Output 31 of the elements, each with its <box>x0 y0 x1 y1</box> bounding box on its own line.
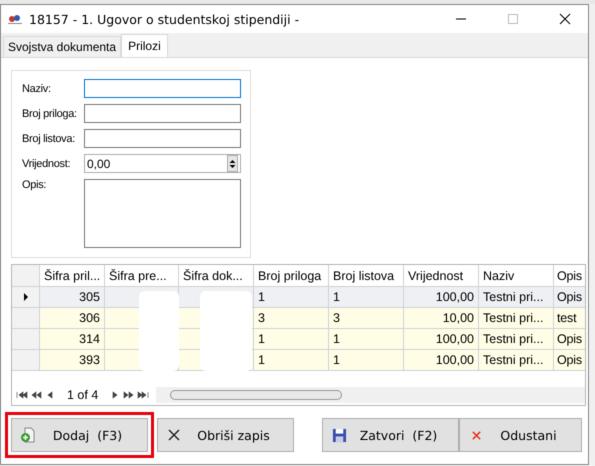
row-indicator-icon <box>24 293 28 301</box>
text-field[interactable] <box>84 129 241 148</box>
row-header[interactable] <box>12 287 40 308</box>
next-page-group-icon[interactable] <box>122 391 134 399</box>
page-indicator: 1 of 4 <box>67 388 98 402</box>
tab[interactable]: Svojstva dokumenta <box>3 36 122 57</box>
field-label: Broj listova: <box>22 132 76 144</box>
field-label: Broj priloga: <box>22 108 78 120</box>
first-page-icon[interactable] <box>16 391 28 399</box>
app-logo-icon <box>7 13 23 25</box>
close-icon <box>166 429 182 441</box>
close-icon[interactable] <box>559 13 571 25</box>
action-button[interactable]: Zatvori (F2) <box>322 418 459 452</box>
previous-page-group-icon[interactable] <box>31 391 43 399</box>
action-button[interactable]: Odustani <box>459 418 582 452</box>
horizontal-scrollbar[interactable] <box>156 387 585 403</box>
grid-corner-cell <box>12 265 40 287</box>
text-field[interactable] <box>84 79 241 98</box>
field-label: Opis: <box>22 179 48 191</box>
text-field[interactable] <box>84 104 241 123</box>
text-area[interactable] <box>84 179 241 248</box>
field-label: Vrijednost: <box>22 158 72 170</box>
action-button[interactable]: Dodaj (F3) <box>11 418 148 452</box>
last-page-icon[interactable] <box>137 391 150 399</box>
tab[interactable]: Prilozi <box>121 34 168 57</box>
window-title: 18157 - 1. Ugovor o studentskoj stipendiji - <box>29 12 300 26</box>
number-field[interactable]: 0,00 <box>84 154 241 173</box>
action-button[interactable]: Obriši zapis <box>157 418 294 452</box>
add-document-icon <box>20 427 36 443</box>
field-label: Naziv: <box>22 82 52 94</box>
spin-buttons[interactable] <box>227 155 238 172</box>
